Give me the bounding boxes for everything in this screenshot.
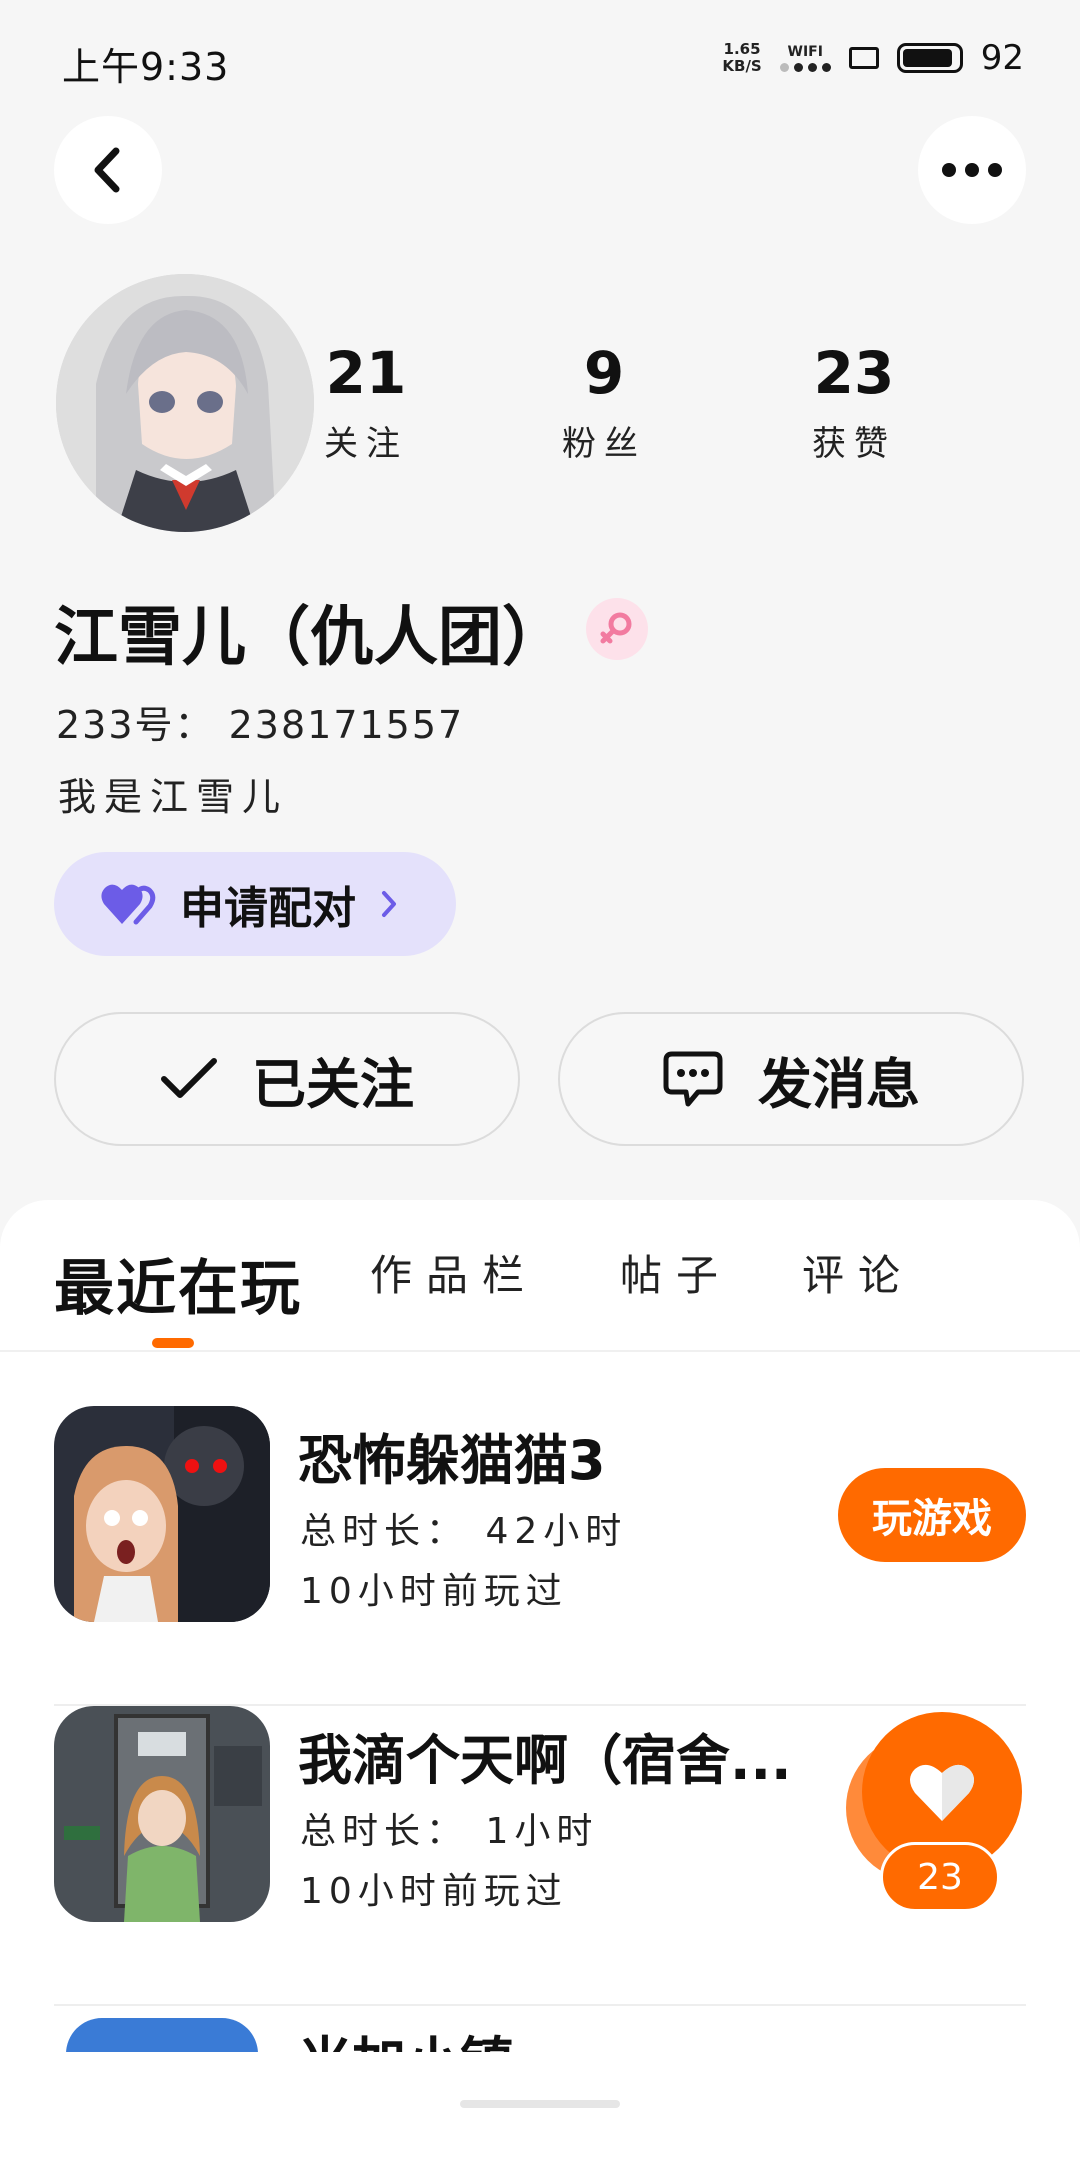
stat-following[interactable]: 21 关注	[256, 338, 476, 465]
tab-recently-played[interactable]: 最近在玩	[54, 1240, 302, 1327]
heart-icon	[101, 884, 156, 925]
status-indicators: 1.65 KB/S WIFI 92	[722, 38, 1024, 78]
game-last-played: 10小时前玩过	[300, 1571, 568, 1612]
tab-bar: 最近在玩 作品栏 帖子 评论	[0, 1200, 1080, 1352]
game-duration: 总时长： 1小时	[300, 1811, 599, 1852]
chevron-left-icon	[94, 147, 120, 193]
send-message-label: 发消息	[758, 1052, 920, 1116]
home-indicator	[460, 2100, 620, 2108]
battery-icon	[896, 43, 963, 73]
following-label: 已关注	[252, 1052, 414, 1116]
like-floating-button[interactable]: 23	[838, 1712, 1028, 1912]
request-pair-label: 申请配对	[180, 883, 356, 934]
game-item[interactable]: 恐怖躲猫猫3 总时长： 42小时 10小时前玩过 玩游戏	[54, 1406, 1026, 1706]
tab-active-indicator	[152, 1338, 194, 1348]
chevron-right-icon	[382, 891, 396, 917]
game-last-played: 10小时前玩过	[300, 1871, 568, 1912]
more-button[interactable]	[918, 116, 1026, 224]
status-bar: 上午9:33 1.65 KB/S WIFI 92	[0, 0, 1080, 110]
tab-posts[interactable]: 帖子	[620, 1242, 732, 1303]
stat-fans[interactable]: 9 粉丝	[494, 338, 714, 465]
profile-bio: 我是江雪儿	[58, 775, 289, 819]
game-icon	[54, 1406, 270, 1622]
content-panel: 最近在玩 作品栏 帖子 评论 恐怖躲猫猫3 总时长： 42小时 10小时前玩过 …	[0, 1200, 1080, 2160]
female-icon	[586, 598, 648, 660]
check-icon	[161, 1058, 217, 1098]
following-button[interactable]: 已关注	[54, 1012, 520, 1146]
game-title: 米加小镇	[298, 2018, 514, 2052]
battery-level: 92	[980, 38, 1024, 78]
back-button[interactable]	[54, 116, 162, 224]
screen-rotate-icon	[848, 47, 879, 69]
status-time: 上午9:33	[62, 45, 230, 89]
game-duration: 总时长： 42小时	[300, 1511, 628, 1552]
send-message-button[interactable]: 发消息	[558, 1012, 1024, 1146]
game-icon	[66, 2018, 258, 2052]
game-icon	[54, 1706, 270, 1922]
like-count: 23	[880, 1842, 1000, 1912]
profile-name: 江雪儿（仇人团）	[54, 601, 566, 675]
profile-stats: 21 关注 9 粉丝 23 获赞	[300, 338, 980, 478]
request-pair-button[interactable]: 申请配对	[54, 852, 456, 956]
wifi-icon: WIFI	[779, 44, 831, 72]
chat-bubble-icon	[663, 1051, 723, 1107]
play-game-button[interactable]: 玩游戏	[838, 1468, 1026, 1562]
account-id: 233号： 238171557	[56, 703, 465, 747]
network-speed: 1.65 KB/S	[722, 40, 762, 75]
tab-comments[interactable]: 评论	[802, 1242, 914, 1303]
game-title: 恐怖躲猫猫3	[298, 1429, 606, 1492]
more-horizontal-icon	[942, 163, 1002, 177]
game-item[interactable]: 米加小镇	[54, 2018, 1026, 2052]
game-title: 我滴个天啊（宿舍...	[298, 1729, 792, 1792]
tab-works[interactable]: 作品栏	[370, 1242, 538, 1303]
stat-likes[interactable]: 23 获赞	[744, 338, 964, 465]
